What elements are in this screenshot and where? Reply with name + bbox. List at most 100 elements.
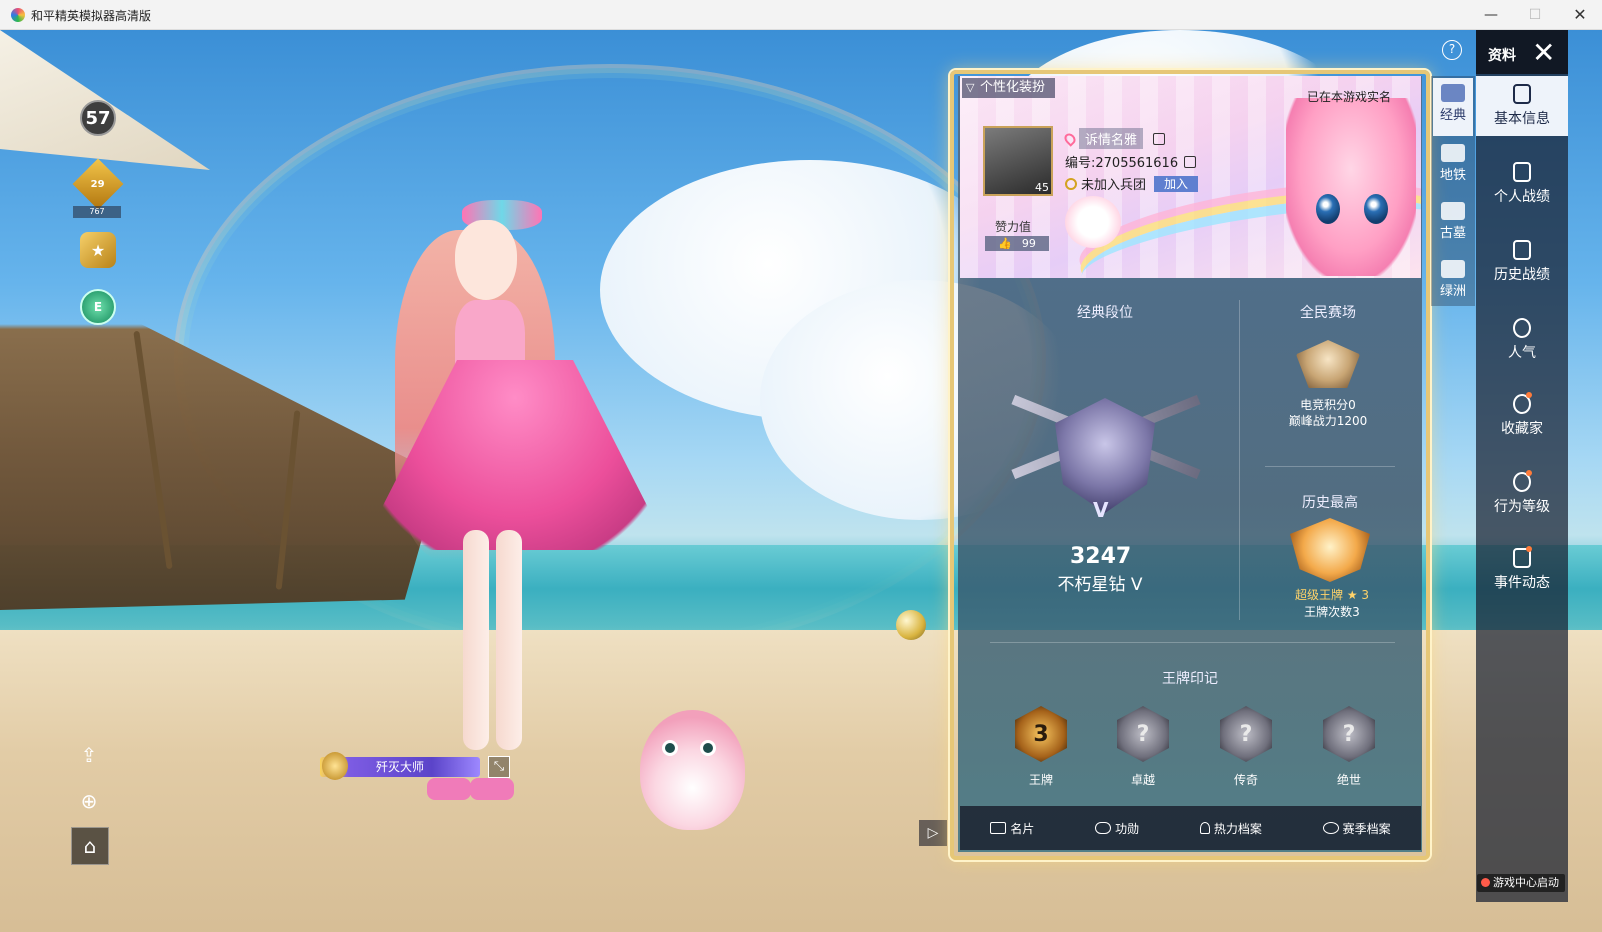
expand-arrow-button[interactable]: ▷	[919, 820, 947, 846]
avatar-level: 45	[1035, 181, 1049, 194]
profile-side-nav	[1476, 30, 1568, 902]
team-row: 未加入兵团 加入	[1065, 174, 1199, 193]
nav-event-feed-label: 事件动态	[1494, 575, 1550, 591]
green-grade-badge[interactable]: E	[80, 289, 116, 325]
pet-companion	[640, 710, 745, 830]
customize-card-button[interactable]: 个性化装扮	[962, 78, 1056, 98]
share-icon[interactable]: ⇪	[72, 738, 106, 772]
season-icon	[1322, 822, 1339, 834]
character-shoe	[470, 778, 514, 800]
id-row: 编号:2705561616	[1065, 152, 1197, 171]
gender-pin-icon	[1062, 130, 1078, 147]
profile-header: 资料 ✕	[1476, 30, 1568, 74]
mode-classic-label: 经典	[1439, 108, 1466, 123]
flame-icon	[1199, 822, 1210, 834]
history-best-name: 超级王牌	[1294, 588, 1343, 602]
popularity-icon	[1513, 318, 1531, 338]
section-divider	[990, 642, 1395, 643]
card-mascot-image	[1286, 98, 1416, 276]
history-record-icon	[1513, 240, 1531, 260]
pet-eye	[700, 740, 716, 756]
minimize-button[interactable]: —	[1471, 4, 1511, 26]
metro-mode-icon	[1441, 144, 1465, 162]
tab-merit[interactable]: 功勋	[1095, 820, 1139, 837]
nav-basic-info[interactable]: 基本信息	[1476, 76, 1568, 136]
beach-ball	[896, 610, 926, 640]
seal-excellent-label: 卓越	[1130, 773, 1155, 787]
likes-value: 99	[1021, 237, 1036, 250]
notification-dot	[1526, 392, 1532, 398]
pet-eye	[662, 740, 678, 756]
medal-badge[interactable]: ★	[80, 232, 116, 268]
character-shoe	[427, 778, 471, 800]
player-name: 诉情名雅	[1079, 128, 1144, 149]
join-team-button[interactable]: 加入	[1154, 175, 1199, 192]
window-title: 和平精英模拟器高清版	[31, 9, 152, 23]
history-best-rank: 超级王牌 ★ 3	[1262, 586, 1402, 603]
nav-collector[interactable]: 收藏家	[1476, 394, 1568, 438]
seal-peerless-label: 绝世	[1336, 773, 1361, 787]
classic-rank-title: 经典段位	[1077, 305, 1133, 321]
classic-rank-points: 3247	[1070, 544, 1132, 569]
ship-sail	[0, 30, 210, 170]
nav-popularity[interactable]: 人气	[1476, 318, 1568, 362]
character-leg	[496, 530, 522, 750]
tab-merit-label: 功勋	[1115, 821, 1140, 836]
mode-tomb[interactable]: 古墓	[1433, 196, 1473, 241]
nav-basic-info-label: 基本信息	[1494, 111, 1550, 127]
merit-icon	[1095, 822, 1112, 834]
help-icon[interactable]: ?	[1442, 40, 1462, 60]
ace-count: 王牌次数3	[1304, 605, 1360, 619]
likes-box[interactable]: 👍 99	[985, 236, 1049, 251]
tab-namecard[interactable]: 名片	[990, 820, 1034, 837]
team-icon	[1065, 177, 1077, 190]
game-center-launch-chip[interactable]: 游戏中心启动	[1477, 874, 1565, 892]
mode-oasis[interactable]: 绿洲	[1433, 254, 1473, 299]
copy-id-icon[interactable]	[1184, 155, 1197, 168]
nav-behavior-level[interactable]: 行为等级	[1476, 472, 1568, 516]
window-titlebar: 和平精英模拟器高清版 — ☐ ✕	[0, 0, 1602, 30]
nav-history-record[interactable]: 历史战绩	[1476, 240, 1568, 284]
personal-record-icon	[1513, 162, 1531, 182]
classic-rank-name: 不朽星钻 V	[1057, 575, 1143, 595]
rank-shield-icon	[1055, 398, 1155, 513]
section-divider	[1239, 300, 1240, 620]
section-divider	[1265, 466, 1395, 467]
tab-heat-archive[interactable]: 热力档案	[1199, 820, 1262, 837]
nav-behavior-level-label: 行为等级	[1494, 499, 1550, 515]
nav-event-feed[interactable]: 事件动态	[1476, 548, 1568, 592]
maximize-button[interactable]: ☐	[1515, 4, 1555, 26]
copy-name-icon[interactable]	[1153, 132, 1166, 145]
ace-seal-title: 王牌印记	[1162, 671, 1218, 687]
profile-header-title: 资料	[1488, 48, 1516, 64]
history-best-title: 历史最高	[1302, 495, 1358, 511]
player-level-badge[interactable]: 57	[80, 100, 116, 136]
home-scene-icon[interactable]: ⌂	[71, 827, 109, 865]
name-row: 诉情名雅	[1062, 128, 1166, 149]
tab-heat-archive-label: 热力档案	[1213, 821, 1262, 836]
mode-oasis-label: 绿洲	[1439, 284, 1466, 299]
tab-season-archive[interactable]: 赛季档案	[1322, 820, 1391, 837]
character-face	[455, 220, 517, 300]
national-arena-title: 全民赛场	[1300, 305, 1356, 321]
tomb-mode-icon	[1441, 202, 1465, 220]
title-emblem-icon	[322, 752, 348, 780]
avatar[interactable]: 45	[983, 126, 1053, 196]
seal-legend-label: 传奇	[1233, 773, 1258, 787]
app-logo-icon	[11, 8, 25, 22]
character-leg	[463, 530, 489, 750]
notification-dot	[1526, 546, 1532, 552]
nav-personal-record[interactable]: 个人战绩	[1476, 162, 1568, 206]
namecard-icon	[990, 822, 1007, 834]
close-window-button[interactable]: ✕	[1560, 4, 1600, 26]
notification-dot	[1526, 470, 1532, 476]
zoom-icon[interactable]: ⊕	[72, 784, 106, 818]
edit-title-icon[interactable]: ⤡	[488, 756, 510, 778]
likes-label: 赞力值	[995, 220, 1032, 234]
close-profile-icon[interactable]: ✕	[1532, 36, 1555, 69]
mode-metro[interactable]: 地铁	[1433, 138, 1473, 183]
seal-ace-label: 王牌	[1028, 773, 1053, 787]
mode-classic[interactable]: 经典	[1433, 78, 1473, 136]
classic-rank-emblem[interactable]: V	[1011, 380, 1201, 530]
profile-tab-bar: 名片 功勋 热力档案 赛季档案	[960, 806, 1421, 850]
